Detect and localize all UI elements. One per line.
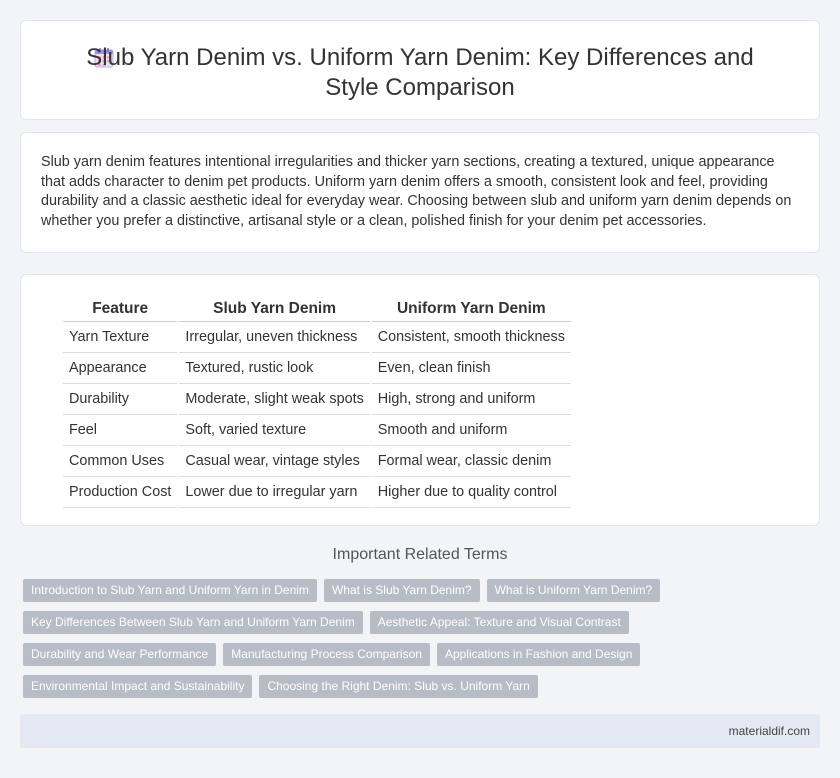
page-title: Slub Yarn Denim vs. Uniform Yarn Denim: …	[86, 44, 754, 101]
table-cell: Even, clean finish	[371, 353, 571, 384]
table-row: Production Cost Lower due to irregular y…	[63, 477, 571, 508]
table-row: Yarn Texture Irregular, uneven thickness…	[63, 322, 571, 353]
table-cell: Yarn Texture	[63, 322, 178, 353]
table-cell: High, strong and uniform	[371, 384, 571, 415]
table-cell: Consistent, smooth thickness	[371, 322, 571, 353]
intro-paragraph: Slub yarn denim features intentional irr…	[41, 154, 792, 229]
related-term-link[interactable]: Applications in Fashion and Design	[436, 643, 641, 666]
table-cell: Casual wear, vintage styles	[179, 446, 370, 477]
table-row: Common Uses Casual wear, vintage styles …	[63, 446, 571, 477]
site-name[interactable]: materialdif.com	[729, 724, 810, 738]
table-cell: Appearance	[63, 353, 178, 384]
related-term-link[interactable]: Aesthetic Appeal: Texture and Visual Con…	[369, 611, 629, 634]
table-cell: Common Uses	[63, 446, 178, 477]
table-cell: Moderate, slight weak spots	[179, 384, 370, 415]
tag-row: Introduction to Slub Yarn and Uniform Ya…	[23, 579, 823, 602]
table-row: Appearance Textured, rustic look Even, c…	[63, 353, 571, 384]
table-cell: Formal wear, classic denim	[371, 446, 571, 477]
tag-row: Key Differences Between Slub Yarn and Un…	[23, 611, 823, 634]
table-cell: Lower due to irregular yarn	[179, 477, 370, 508]
table-cell: Textured, rustic look	[179, 353, 370, 384]
related-term-link[interactable]: What is Slub Yarn Denim?	[323, 579, 480, 602]
table-cell: Irregular, uneven thickness	[179, 322, 370, 353]
related-terms-list: Introduction to Slub Yarn and Uniform Ya…	[23, 579, 823, 707]
header-slub: Slub Yarn Denim	[179, 296, 370, 322]
table-cell: Soft, varied texture	[179, 415, 370, 446]
comparison-table: Feature Slub Yarn Denim Uniform Yarn Den…	[61, 296, 573, 508]
header-uniform: Uniform Yarn Denim	[371, 296, 571, 322]
related-term-link[interactable]: Environmental Impact and Sustainability	[23, 675, 253, 698]
table-header-row: Feature Slub Yarn Denim Uniform Yarn Den…	[63, 296, 571, 322]
tag-row: Environmental Impact and Sustainability …	[23, 675, 823, 698]
related-term-link[interactable]: Manufacturing Process Comparison	[223, 643, 430, 666]
related-term-link[interactable]: Durability and Wear Performance	[23, 643, 217, 666]
table-cell: Smooth and uniform	[371, 415, 571, 446]
table-cell: Durability	[63, 384, 178, 415]
related-term-link[interactable]: Introduction to Slub Yarn and Uniform Ya…	[23, 579, 317, 602]
tag-row: Durability and Wear Performance Manufact…	[23, 643, 823, 666]
table-row: Feel Soft, varied texture Smooth and uni…	[63, 415, 571, 446]
title-card: Slub Yarn Denim vs. Uniform Yarn Denim: …	[20, 20, 820, 120]
intro-card: Slub yarn denim features intentional irr…	[20, 132, 820, 253]
related-term-link[interactable]: Choosing the Right Denim: Slub vs. Unifo…	[259, 675, 538, 698]
table-cell: Production Cost	[63, 477, 178, 508]
table-cell: Feel	[63, 415, 178, 446]
related-term-link[interactable]: Key Differences Between Slub Yarn and Un…	[23, 611, 363, 634]
related-terms-title: Important Related Terms	[332, 546, 508, 563]
table-cell: Higher due to quality control	[371, 477, 571, 508]
related-term-link[interactable]: What is Uniform Yarn Denim?	[486, 579, 661, 602]
comparison-card: Feature Slub Yarn Denim Uniform Yarn Den…	[20, 274, 820, 526]
table-row: Durability Moderate, slight weak spots H…	[63, 384, 571, 415]
header-feature: Feature	[63, 296, 178, 322]
footer: materialdif.com	[20, 714, 820, 748]
